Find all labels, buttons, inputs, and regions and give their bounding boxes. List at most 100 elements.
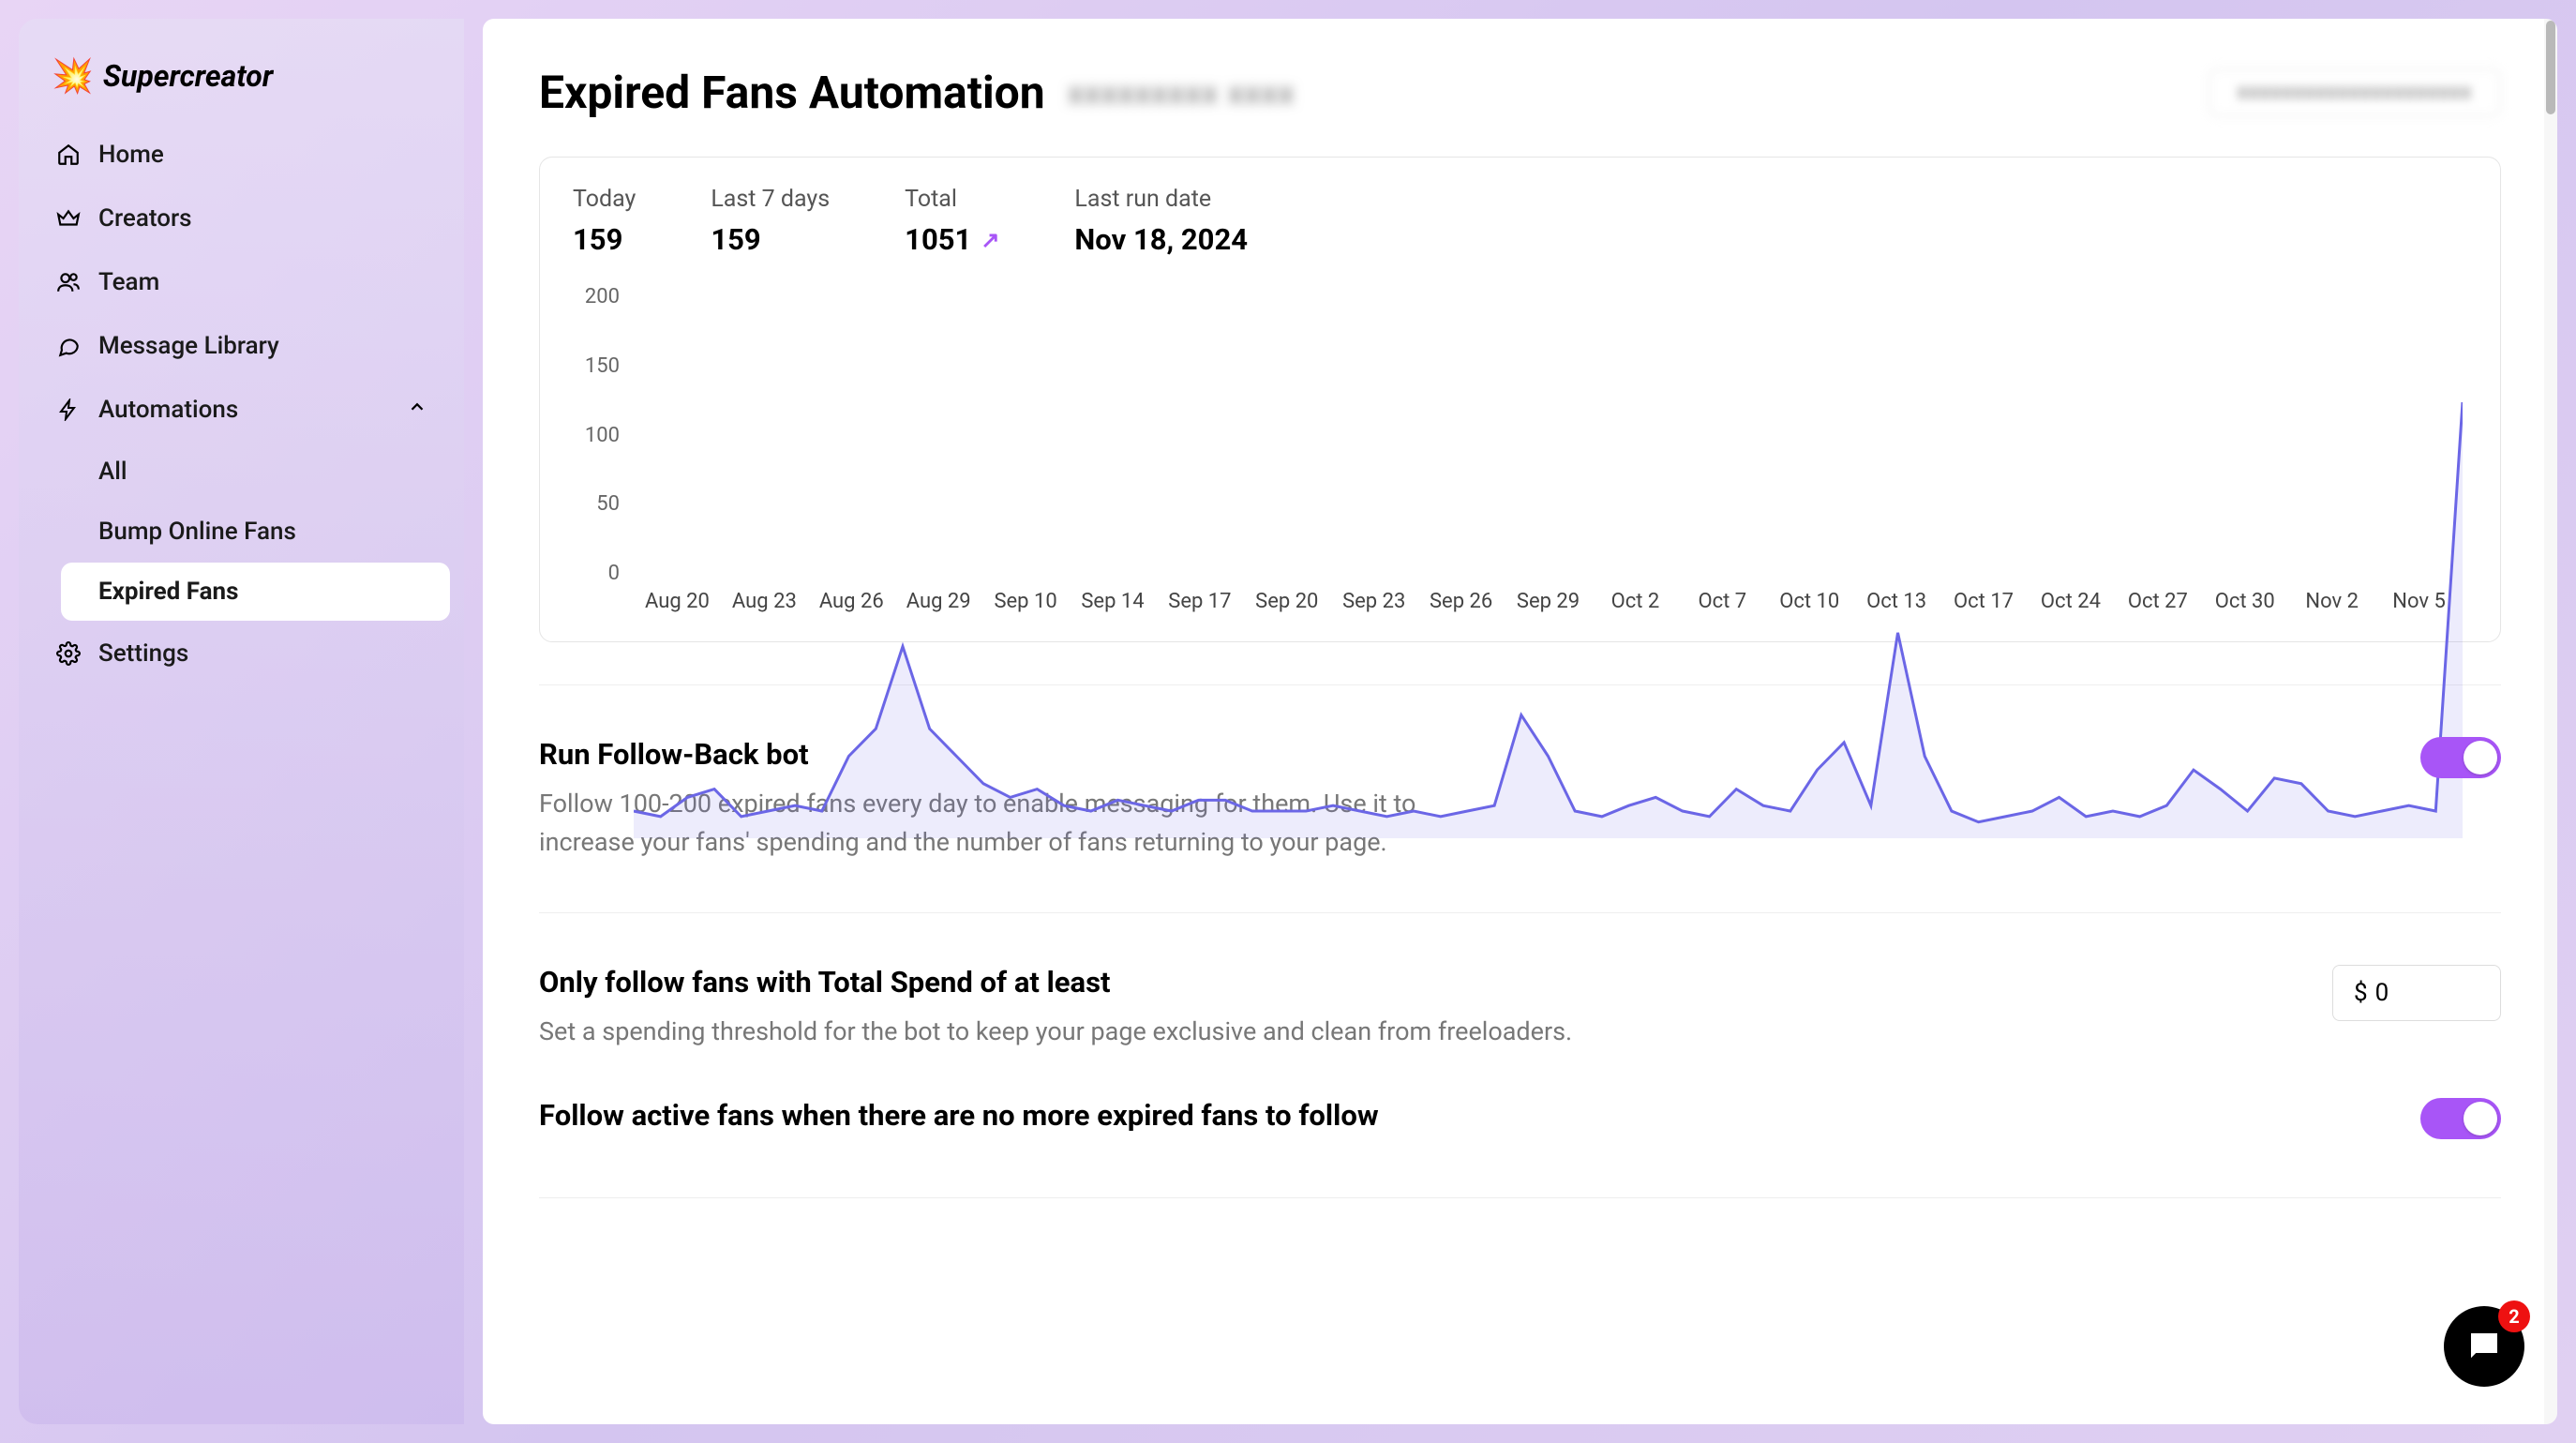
nav-label: Team [98, 268, 159, 296]
brand-name: Supercreator [103, 58, 273, 94]
nav-label: Creators [98, 204, 192, 233]
x-tick: Sep 20 [1243, 590, 1330, 623]
divider [539, 1197, 2501, 1198]
min-spend-value: 0 [2375, 979, 2389, 1007]
setting-control [2420, 737, 2501, 778]
brand-logo[interactable]: 💥 Supercreator [33, 47, 450, 124]
nav-team[interactable]: Team [33, 251, 450, 313]
automations-subnav: All Bump Online Fans Expired Fans [33, 443, 450, 621]
x-tick: Aug 20 [634, 590, 721, 623]
y-tick: 100 [585, 424, 629, 447]
subnav-label: Expired Fans [98, 578, 238, 606]
gear-icon [55, 640, 82, 667]
home-icon [55, 142, 82, 168]
stat-value: 159 [573, 222, 636, 257]
setting-title: Follow active fans when there are no mor… [539, 1098, 1645, 1133]
y-tick: 200 [585, 285, 629, 308]
x-tick: Oct 30 [2201, 590, 2288, 623]
x-tick: Oct 7 [1679, 590, 1766, 623]
x-tick: Oct 27 [2114, 590, 2201, 623]
x-tick: Aug 29 [895, 590, 982, 623]
toggle-thumb [2464, 1102, 2497, 1135]
toggle-thumb [2464, 741, 2497, 774]
y-tick: 50 [596, 492, 629, 516]
follow-back-toggle[interactable] [2420, 737, 2501, 778]
stat-today: Today 159 [573, 186, 636, 257]
x-tick: Sep 29 [1505, 590, 1592, 623]
x-tick: Oct 24 [2028, 590, 2115, 623]
follow-active-toggle[interactable] [2420, 1098, 2501, 1139]
subnav-all[interactable]: All [61, 443, 450, 501]
stats-row: Today 159 Last 7 days 159 Total 1051 ↗ L… [573, 186, 2467, 257]
x-tick: Sep 10 [982, 590, 1070, 623]
y-tick: 150 [585, 354, 629, 378]
page-subtitle-redacted: xxxxxxxxx xxxx [1069, 75, 1295, 111]
setting-control: $ 0 [2332, 965, 2501, 1021]
setting-title: Only follow fans with Total Spend of at … [539, 965, 1645, 1000]
chat-badge: 2 [2498, 1300, 2530, 1332]
account-selector[interactable]: xxxxxxxxxxxxxxxxxxxxx [2209, 68, 2501, 116]
scrollbar-thumb[interactable] [2546, 21, 2555, 114]
lightning-icon [55, 397, 82, 423]
x-tick: Oct 17 [1940, 590, 2028, 623]
setting-description: Set a spending threshold for the bot to … [539, 1013, 1645, 1051]
chat-bubble-icon [2464, 1327, 2504, 1366]
nav-label: Message Library [98, 332, 279, 360]
setting-control [2420, 1098, 2501, 1139]
min-spend-input[interactable]: $ 0 [2332, 965, 2501, 1021]
main-content: Expired Fans Automation xxxxxxxxx xxxx x… [483, 19, 2557, 1424]
x-tick: Aug 23 [721, 590, 808, 623]
x-tick: Sep 14 [1070, 590, 1157, 623]
nav-label: Automations [98, 396, 238, 424]
scrollbar[interactable] [2544, 19, 2557, 1424]
support-chat-button[interactable]: 2 [2444, 1306, 2524, 1387]
stats-card: Today 159 Last 7 days 159 Total 1051 ↗ L… [539, 157, 2501, 642]
nav-label: Home [98, 141, 164, 169]
stat-value: Nov 18, 2024 [1074, 222, 1248, 257]
sidebar: 💥 Supercreator Home Creators Team [19, 19, 464, 1424]
stat-number: 1051 [905, 222, 971, 257]
main-nav: Home Creators Team Message Library [33, 124, 450, 684]
nav-automations[interactable]: Automations [33, 379, 450, 441]
x-tick: Oct 10 [1766, 590, 1853, 623]
x-tick: Oct 13 [1853, 590, 1940, 623]
nav-creators[interactable]: Creators [33, 188, 450, 249]
x-tick: Aug 26 [808, 590, 895, 623]
x-tick: Nov 5 [2375, 590, 2463, 623]
stat-label: Last run date [1074, 186, 1248, 213]
chat-icon [55, 333, 82, 359]
nav-home[interactable]: Home [33, 124, 450, 186]
x-tick: Oct 2 [1592, 590, 1679, 623]
setting-min-spend: Only follow fans with Total Spend of at … [539, 955, 2501, 1060]
chart-y-axis: 200 150 100 50 0 [573, 285, 629, 585]
stat-label: Today [573, 186, 636, 213]
subnav-expired-fans[interactable]: Expired Fans [61, 563, 450, 621]
subnav-label: All [98, 458, 127, 486]
divider [539, 912, 2501, 913]
x-tick: Sep 17 [1156, 590, 1243, 623]
subnav-label: Bump Online Fans [98, 518, 296, 546]
currency-symbol: $ [2354, 979, 2368, 1007]
subnav-bump-online-fans[interactable]: Bump Online Fans [61, 503, 450, 561]
chevron-up-icon [407, 396, 427, 424]
x-tick: Sep 23 [1330, 590, 1417, 623]
stat-last-run-date: Last run date Nov 18, 2024 [1074, 186, 1248, 257]
stat-value: 159 [711, 222, 830, 257]
stat-value[interactable]: 1051 ↗ [905, 222, 999, 257]
y-tick: 0 [608, 562, 629, 585]
setting-text: Follow active fans when there are no mor… [539, 1098, 1645, 1146]
nav-settings[interactable]: Settings [33, 623, 450, 684]
stat-label: Total [905, 186, 999, 213]
setting-follow-active-fans: Follow active fans when there are no mor… [539, 1089, 2501, 1155]
chart-x-axis: Aug 20Aug 23Aug 26Aug 29Sep 10Sep 14Sep … [634, 590, 2463, 623]
nav-label: Settings [98, 639, 188, 668]
sparkle-icon: 💥 [52, 56, 94, 96]
page-header: Expired Fans Automation xxxxxxxxx xxxx x… [539, 66, 2501, 119]
x-tick: Sep 26 [1417, 590, 1505, 623]
crown-icon [55, 205, 82, 232]
chart: 200150100500 Aug 20Aug 23Aug 26Aug 29Sep… [573, 285, 2467, 623]
nav-message-library[interactable]: Message Library [33, 315, 450, 377]
stat-label: Last 7 days [711, 186, 830, 213]
setting-text: Only follow fans with Total Spend of at … [539, 965, 1645, 1051]
stat-last-7-days: Last 7 days 159 [711, 186, 830, 257]
